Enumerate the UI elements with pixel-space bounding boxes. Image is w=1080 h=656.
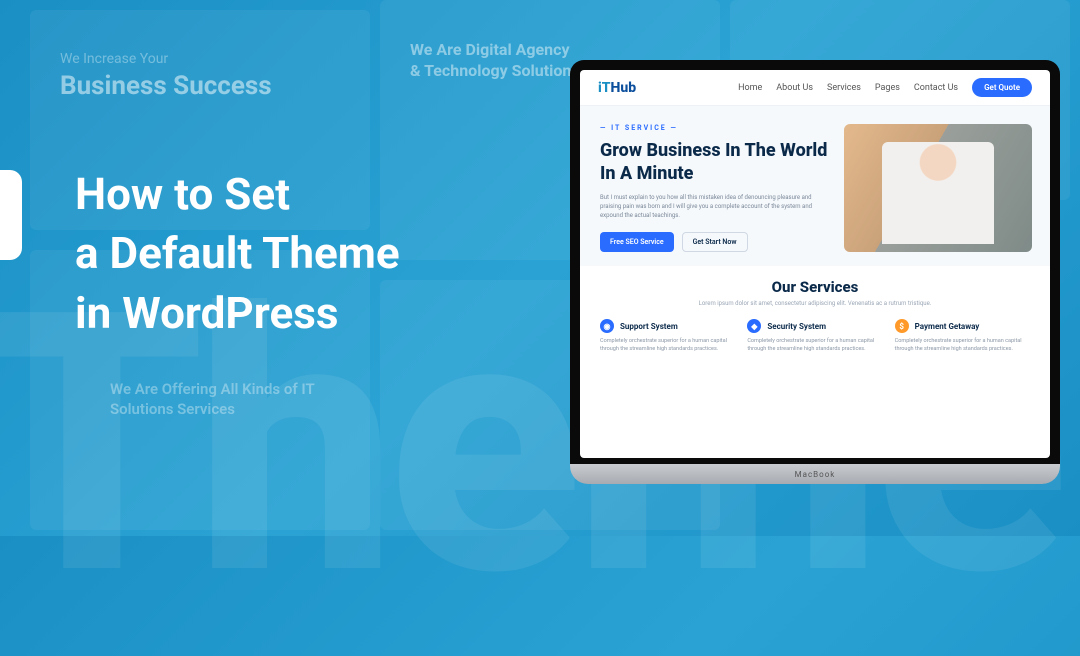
laptop-mockup: iTHub Home About Us Services Pages Conta… [570,60,1060,484]
person-illustration [882,142,995,244]
logo-part: Hub [611,80,637,96]
hero-buttons: Free SEO Service Get Start Now [600,232,830,252]
hero-title: Grow Business In The World In A Minute [600,140,830,185]
hero-eyebrow: — IT SERVICE — [600,124,830,132]
card-copy: Completely orchestrate superior for a hu… [747,337,882,354]
bg-title: Business Success [60,70,272,104]
hero-copy: But I must explain to you how all this m… [600,193,830,220]
bg-caption: We Are Digital Agency & Technology Solut… [410,40,571,82]
card-copy: Completely orchestrate superior for a hu… [600,337,735,354]
get-start-button[interactable]: Get Start Now [682,232,748,252]
card-title: Security System [767,322,826,331]
service-card: $ Payment Getaway Completely orchestrate… [895,319,1030,354]
hero-left: — IT SERVICE — Grow Business In The Worl… [600,124,830,252]
hero-image [844,124,1032,252]
service-card: ◆ Security System Completely orchestrate… [747,319,882,354]
card-title: Payment Getaway [915,322,980,331]
site-preview: iTHub Home About Us Services Pages Conta… [580,70,1050,458]
nav-link[interactable]: Home [738,83,762,93]
services-title: Our Services [600,278,1030,296]
payment-icon: $ [895,319,909,333]
page-title: How to Set a Default Theme in WordPress [75,165,400,343]
bg-caption: We Increase Your [60,50,168,68]
hero-photo [844,124,1032,252]
laptop-base: MacBook [570,464,1060,484]
nav-items: Home About Us Services Pages Contact Us [738,83,958,93]
logo-part: iT [598,80,611,96]
services-section: Our Services Lorem ipsum dolor sit amet,… [580,266,1050,458]
free-seo-button[interactable]: Free SEO Service [600,232,674,252]
card-title: Support System [620,322,678,331]
bg-caption: We Are Offering All Kinds of IT Solution… [110,380,315,419]
get-quote-button[interactable]: Get Quote [972,78,1032,97]
services-subtitle: Lorem ipsum dolor sit amet, consectetur … [600,300,1030,307]
nav-link[interactable]: About Us [776,83,813,93]
site-hero: — IT SERVICE — Grow Business In The Worl… [580,106,1050,266]
security-icon: ◆ [747,319,761,333]
laptop-screen: iTHub Home About Us Services Pages Conta… [570,60,1060,464]
nav-link[interactable]: Services [827,83,861,93]
support-icon: ◉ [600,319,614,333]
card-copy: Completely orchestrate superior for a hu… [895,337,1030,354]
site-logo: iTHub [598,80,636,96]
service-cards: ◉ Support System Completely orchestrate … [600,319,1030,354]
nav-link[interactable]: Pages [875,83,900,93]
service-card: ◉ Support System Completely orchestrate … [600,319,735,354]
site-nav: iTHub Home About Us Services Pages Conta… [580,70,1050,106]
accent-tab [0,170,22,260]
nav-link[interactable]: Contact Us [914,83,958,93]
